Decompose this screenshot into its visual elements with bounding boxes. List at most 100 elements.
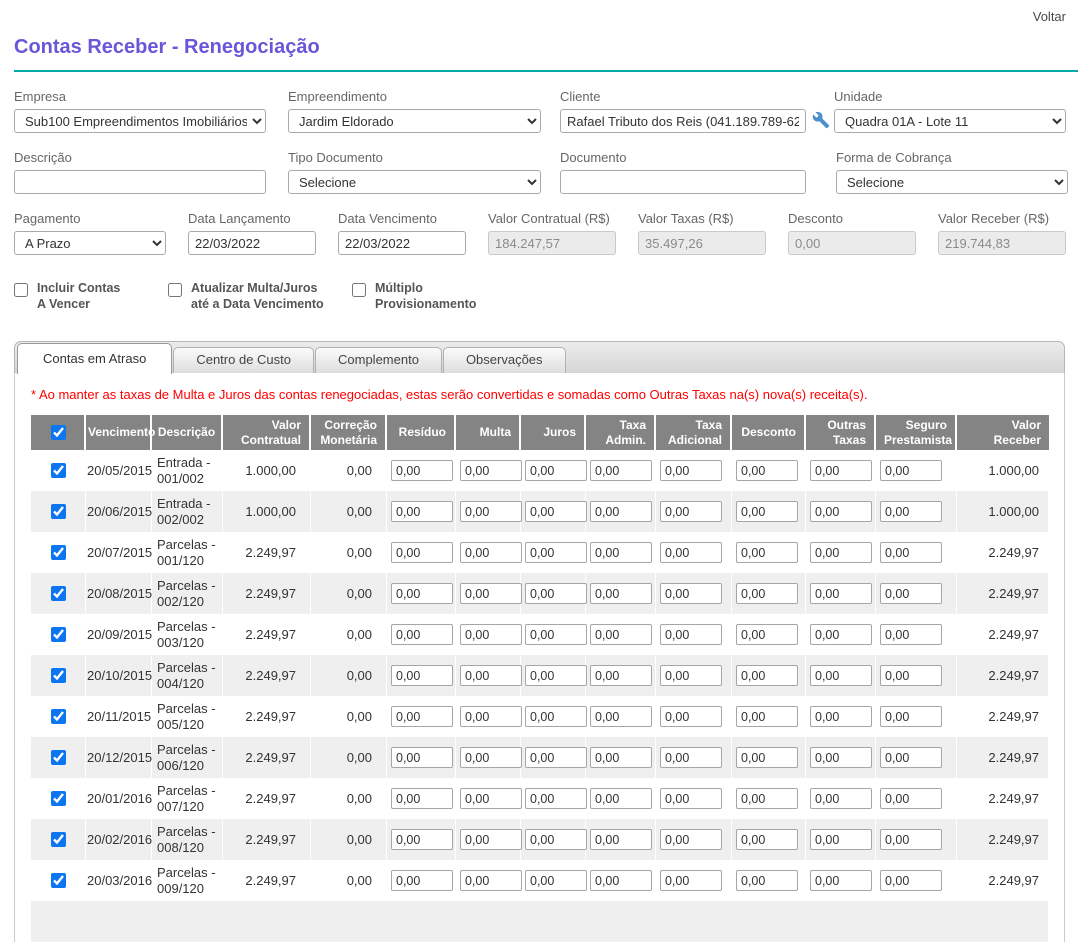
seguro-prestamista-input[interactable] <box>880 788 942 809</box>
multa-input[interactable] <box>460 706 522 727</box>
seguro-prestamista-input[interactable] <box>880 706 942 727</box>
desconto-row-input[interactable] <box>736 829 798 850</box>
residuo-input[interactable] <box>391 706 453 727</box>
residuo-input[interactable] <box>391 829 453 850</box>
seguro-prestamista-input[interactable] <box>880 829 942 850</box>
seguro-prestamista-input[interactable] <box>880 624 942 645</box>
row-select-checkbox[interactable] <box>51 463 66 478</box>
row-select-checkbox[interactable] <box>51 709 66 724</box>
residuo-input[interactable] <box>391 542 453 563</box>
row-select-checkbox[interactable] <box>51 586 66 601</box>
juros-input[interactable] <box>525 829 587 850</box>
desconto-row-input[interactable] <box>736 624 798 645</box>
empresa-select[interactable]: Sub100 Empreendimentos Imobiliários <box>14 109 266 133</box>
taxa-admin-input[interactable] <box>590 870 652 891</box>
desconto-row-input[interactable] <box>736 542 798 563</box>
row-select-checkbox[interactable] <box>51 668 66 683</box>
residuo-input[interactable] <box>391 460 453 481</box>
residuo-input[interactable] <box>391 788 453 809</box>
outras-taxas-input[interactable] <box>810 501 872 522</box>
row-select-checkbox[interactable] <box>51 832 66 847</box>
data-lancamento-input[interactable] <box>188 231 316 255</box>
multa-input[interactable] <box>460 788 522 809</box>
cliente-input[interactable] <box>560 109 806 133</box>
empreendimento-select[interactable]: Jardim Eldorado <box>288 109 541 133</box>
outras-taxas-input[interactable] <box>810 829 872 850</box>
multa-input[interactable] <box>460 870 522 891</box>
desconto-row-input[interactable] <box>736 747 798 768</box>
desconto-row-input[interactable] <box>736 501 798 522</box>
taxa-adicional-input[interactable] <box>660 624 722 645</box>
residuo-input[interactable] <box>391 501 453 522</box>
descricao-input[interactable] <box>14 170 266 194</box>
desconto-row-input[interactable] <box>736 706 798 727</box>
multa-input[interactable] <box>460 501 522 522</box>
tab-complemento[interactable]: Complemento <box>315 347 442 373</box>
seguro-prestamista-input[interactable] <box>880 542 942 563</box>
taxa-adicional-input[interactable] <box>660 665 722 686</box>
juros-input[interactable] <box>525 788 587 809</box>
outras-taxas-input[interactable] <box>810 624 872 645</box>
voltar-link[interactable]: Voltar <box>1033 9 1066 24</box>
multa-input[interactable] <box>460 624 522 645</box>
cliente-tools-button[interactable] <box>806 110 830 132</box>
desconto-row-input[interactable] <box>736 583 798 604</box>
outras-taxas-input[interactable] <box>810 870 872 891</box>
row-select-checkbox[interactable] <box>51 873 66 888</box>
taxa-admin-input[interactable] <box>590 665 652 686</box>
outras-taxas-input[interactable] <box>810 747 872 768</box>
seguro-prestamista-input[interactable] <box>880 665 942 686</box>
seguro-prestamista-input[interactable] <box>880 501 942 522</box>
pagamento-select[interactable]: A Prazo <box>14 231 166 255</box>
outras-taxas-input[interactable] <box>810 583 872 604</box>
row-select-checkbox[interactable] <box>51 750 66 765</box>
taxa-admin-input[interactable] <box>590 501 652 522</box>
taxa-adicional-input[interactable] <box>660 788 722 809</box>
unidade-select[interactable]: Quadra 01A - Lote 11 <box>834 109 1066 133</box>
multa-input[interactable] <box>460 747 522 768</box>
taxa-admin-input[interactable] <box>590 747 652 768</box>
outras-taxas-input[interactable] <box>810 706 872 727</box>
desconto-row-input[interactable] <box>736 870 798 891</box>
taxa-adicional-input[interactable] <box>660 829 722 850</box>
taxa-admin-input[interactable] <box>590 829 652 850</box>
taxa-admin-input[interactable] <box>590 706 652 727</box>
desconto-row-input[interactable] <box>736 460 798 481</box>
desconto-row-input[interactable] <box>736 788 798 809</box>
taxa-adicional-input[interactable] <box>660 501 722 522</box>
residuo-input[interactable] <box>391 583 453 604</box>
outras-taxas-input[interactable] <box>810 460 872 481</box>
taxa-admin-input[interactable] <box>590 788 652 809</box>
tab-contas-em-atraso[interactable]: Contas em Atraso <box>17 343 172 374</box>
residuo-input[interactable] <box>391 870 453 891</box>
multa-input[interactable] <box>460 583 522 604</box>
taxa-adicional-input[interactable] <box>660 747 722 768</box>
taxa-adicional-input[interactable] <box>660 583 722 604</box>
taxa-admin-input[interactable] <box>590 583 652 604</box>
row-select-checkbox[interactable] <box>51 545 66 560</box>
juros-input[interactable] <box>525 583 587 604</box>
residuo-input[interactable] <box>391 624 453 645</box>
seguro-prestamista-input[interactable] <box>880 460 942 481</box>
outras-taxas-input[interactable] <box>810 542 872 563</box>
taxa-admin-input[interactable] <box>590 460 652 481</box>
juros-input[interactable] <box>525 501 587 522</box>
data-vencimento-input[interactable] <box>338 231 466 255</box>
tipo-documento-select[interactable]: Selecione <box>288 170 541 194</box>
juros-input[interactable] <box>525 706 587 727</box>
juros-input[interactable] <box>525 542 587 563</box>
row-select-checkbox[interactable] <box>51 627 66 642</box>
desconto-row-input[interactable] <box>736 665 798 686</box>
multa-input[interactable] <box>460 542 522 563</box>
juros-input[interactable] <box>525 624 587 645</box>
residuo-input[interactable] <box>391 665 453 686</box>
multa-input[interactable] <box>460 460 522 481</box>
juros-input[interactable] <box>525 870 587 891</box>
juros-input[interactable] <box>525 665 587 686</box>
atualizar-multa-checkbox[interactable] <box>168 283 182 297</box>
select-all-checkbox[interactable] <box>51 425 66 440</box>
taxa-adicional-input[interactable] <box>660 460 722 481</box>
multa-input[interactable] <box>460 829 522 850</box>
juros-input[interactable] <box>525 460 587 481</box>
outras-taxas-input[interactable] <box>810 665 872 686</box>
